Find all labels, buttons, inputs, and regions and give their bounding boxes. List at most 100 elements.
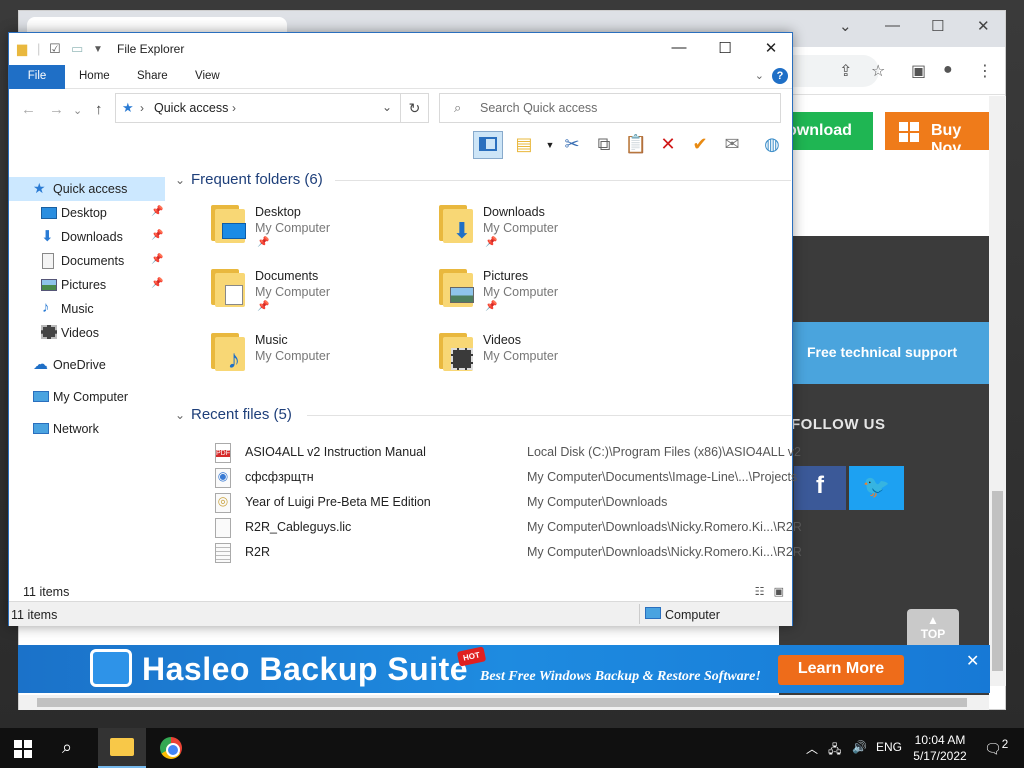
side-panel-icon[interactable]: ▣ (911, 61, 926, 81)
network-tray-icon[interactable]: 🖧 (828, 740, 841, 761)
pin-icon[interactable]: 📌 (151, 278, 163, 289)
pin-icon[interactable]: 📌 (151, 254, 163, 265)
collapse-frequent-icon[interactable]: ⌄ (175, 173, 185, 187)
paste-icon[interactable]: 📋 (621, 131, 651, 159)
nav-item-downloads[interactable]: ⬇ Downloads 📌 (9, 225, 165, 249)
nav-item-my-computer[interactable]: My Computer (9, 385, 165, 409)
folder-tile-downloads[interactable]: ⬇ Downloads My Computer 📌 (437, 199, 657, 255)
learn-more-button[interactable]: Learn More (778, 655, 904, 685)
cloud-icon: ☁ (33, 356, 48, 373)
recent-files-header[interactable]: Recent files (5) (191, 406, 292, 423)
folder-tile-videos[interactable]: Videos My Computer (437, 327, 657, 383)
ad-banner[interactable]: Hasleo Backup Suite HOT Best Free Window… (18, 645, 990, 693)
nav-item-documents[interactable]: Documents 📌 (9, 249, 165, 273)
nav-item-music[interactable]: ♪ Music (9, 297, 165, 321)
browser-maximize-icon[interactable]: ☐ (931, 17, 944, 35)
volume-icon[interactable]: 🔊 (852, 740, 867, 754)
rename-check-icon[interactable]: ✔ (685, 131, 715, 159)
expand-ribbon-icon[interactable]: ⌄ (755, 69, 764, 82)
search-box[interactable]: ⌕ Search Quick access (439, 93, 781, 123)
delete-icon[interactable]: ✕ (653, 131, 683, 159)
qat-dropdown-icon[interactable]: ▼ (93, 44, 103, 55)
bookmark-star-icon[interactable]: ☆ (871, 61, 885, 81)
email-icon[interactable]: ✉ (717, 131, 747, 159)
cut-icon[interactable]: ✂ (557, 131, 587, 159)
help-icon[interactable]: ? (772, 68, 788, 84)
nav-item-pictures[interactable]: Pictures 📌 (9, 273, 165, 297)
support-link[interactable]: Free technical support (789, 322, 989, 384)
show-hidden-icons-icon[interactable]: ︿ (806, 740, 818, 757)
taskbar-file-explorer[interactable] (98, 728, 146, 768)
breadcrumb-chevron-icon[interactable]: › (232, 101, 236, 115)
recent-file-row[interactable]: PDF ASIO4ALL v2 Instruction Manual Local… (215, 441, 801, 465)
recent-file-row[interactable]: ◎ Year of Luigi Pre-Beta ME Edition My C… (215, 491, 795, 515)
tab-search-icon[interactable]: ⌄ (839, 17, 852, 35)
profile-avatar-icon[interactable]: ● (943, 61, 953, 79)
search-icon[interactable]: ⌕ (62, 737, 72, 758)
share-icon[interactable]: ⇪ (839, 61, 852, 81)
forward-icon[interactable]: → (49, 101, 64, 118)
tab-share[interactable]: Share (125, 65, 180, 89)
horizontal-scroll-thumb[interactable] (37, 698, 967, 707)
details-view-icon[interactable]: ☷ (755, 586, 765, 598)
tab-home[interactable]: Home (67, 65, 122, 89)
vertical-scrollbar[interactable] (989, 96, 1006, 686)
vertical-scroll-thumb[interactable] (992, 491, 1003, 671)
folder-tile-documents[interactable]: Documents My Computer 📌 (209, 263, 429, 319)
copy-icon[interactable]: ⧉ (589, 131, 619, 159)
nav-item-desktop[interactable]: Desktop 📌 (9, 201, 165, 225)
start-button-icon[interactable] (14, 740, 32, 758)
clock[interactable]: 10:04 AM 5/17/2022 (910, 732, 970, 764)
new-folder-icon[interactable]: ▭ (71, 41, 83, 57)
close-ad-icon[interactable]: ✕ (966, 651, 979, 671)
browser-menu-icon[interactable]: ⋮ (977, 61, 993, 81)
folder-tile-desktop[interactable]: Desktop My Computer 📌 (209, 199, 429, 255)
network-globe-icon[interactable]: ◍ (757, 131, 787, 159)
minimize-button[interactable]: — (656, 33, 702, 65)
collapse-recent-icon[interactable]: ⌄ (175, 408, 185, 422)
breadcrumb-chevron-icon[interactable]: › (140, 101, 144, 115)
facebook-icon[interactable]: f (794, 466, 846, 510)
pin-icon[interactable]: 📌 (151, 230, 163, 241)
taskbar-chrome[interactable] (148, 728, 196, 768)
nav-item-quick-access[interactable]: ★ Quick access (9, 177, 165, 201)
horizontal-scrollbar[interactable] (19, 695, 989, 710)
recent-file-row[interactable]: R2R_Cableguys.lic My Computer\Downloads\… (215, 516, 802, 540)
browser-close-icon[interactable]: ✕ (977, 17, 990, 35)
address-dropdown-icon[interactable]: ⌄ (382, 100, 392, 114)
folder-tile-pictures[interactable]: Pictures My Computer 📌 (437, 263, 657, 319)
buy-now-button[interactable]: Buy Nov (885, 112, 989, 157)
tab-view[interactable]: View (183, 65, 232, 89)
recent-locations-icon[interactable]: ⌄ (73, 104, 82, 117)
nav-item-network[interactable]: Network (9, 417, 165, 441)
recent-file-row[interactable]: ◉ сфсфзрщтн My Computer\Documents\Image-… (215, 466, 797, 490)
frequent-folders-header[interactable]: Frequent folders (6) (191, 171, 323, 188)
browser-minimize-icon[interactable]: — (885, 17, 900, 34)
download-button[interactable]: ownload (781, 112, 873, 150)
back-icon[interactable]: ← (21, 101, 36, 118)
language-indicator[interactable]: ENG (876, 740, 902, 754)
maximize-button[interactable]: ☐ (702, 33, 748, 65)
up-icon[interactable]: ↑ (95, 101, 103, 118)
address-bar[interactable]: ★ › Quick access › ⌄ (115, 93, 401, 123)
tab-file[interactable]: File (9, 65, 65, 89)
breadcrumb[interactable]: Quick access (154, 101, 228, 115)
computer-icon (33, 391, 49, 402)
nav-item-videos[interactable]: Videos (9, 321, 165, 345)
preview-pane-icon[interactable] (473, 131, 503, 159)
folder-tile-music[interactable]: ♪ Music My Computer (209, 327, 429, 383)
nav-item-onedrive[interactable]: ☁ OneDrive (9, 353, 165, 377)
refresh-button[interactable]: ↻ (401, 93, 429, 123)
twitter-icon[interactable]: 🐦 (849, 466, 904, 510)
properties-icon[interactable]: ☑ (49, 41, 61, 57)
recent-file-row[interactable]: R2R My Computer\Downloads\Nicky.Romero.K… (215, 541, 802, 565)
file-explorer-window[interactable]: ▆ | ☑ ▭ ▼ File Explorer — ☐ ✕ File Home … (8, 32, 802, 626)
large-icons-view-icon[interactable]: ▣ (774, 586, 784, 598)
close-button[interactable]: ✕ (748, 33, 794, 65)
back-to-top-button[interactable]: ▲ TOP (907, 609, 959, 649)
search-input[interactable]: Search Quick access (480, 101, 597, 115)
notification-icon[interactable]: 🗨2 (984, 738, 1008, 758)
documents-folder-icon (209, 267, 247, 307)
folder-location: My Computer (255, 221, 331, 235)
pin-icon[interactable]: 📌 (151, 206, 163, 217)
